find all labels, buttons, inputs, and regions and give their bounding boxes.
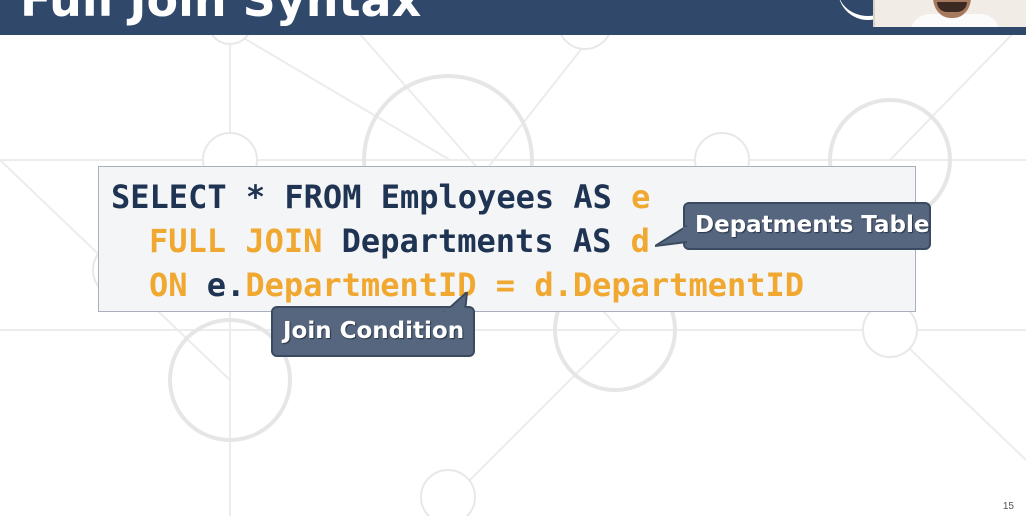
callout-join-condition: Join Condition <box>271 292 475 357</box>
code-departments-table: Departments AS <box>322 222 631 260</box>
code-join-keyword: JOIN <box>245 222 323 260</box>
code-d-department-id: d.DepartmentID <box>534 266 805 304</box>
code-alias-d: d <box>630 222 650 260</box>
page-number: 15 <box>1002 501 1014 512</box>
code-line-2: FULL JOIN Departments AS d <box>149 221 650 261</box>
callout-pointer <box>655 224 687 247</box>
code-on-keyword: ON <box>149 266 188 304</box>
code-line-1: SELECT * FROM Employees AS e <box>111 177 650 217</box>
callout-join-condition-label: Join Condition <box>283 318 465 344</box>
code-line-3: ON e.DepartmentID = d.DepartmentID <box>149 266 805 304</box>
code-alias-e: e <box>631 178 651 216</box>
presenter-webcam <box>873 0 1026 27</box>
callout-departments-table: Depatments Table <box>655 202 931 250</box>
slide-title: Full Join Syntax <box>20 0 422 27</box>
callout-pointer <box>443 292 469 312</box>
code-full-keyword: FULL <box>149 222 227 260</box>
callout-departments-label: Depatments Table <box>695 212 930 238</box>
code-select-clause: SELECT * FROM Employees AS <box>111 178 632 216</box>
